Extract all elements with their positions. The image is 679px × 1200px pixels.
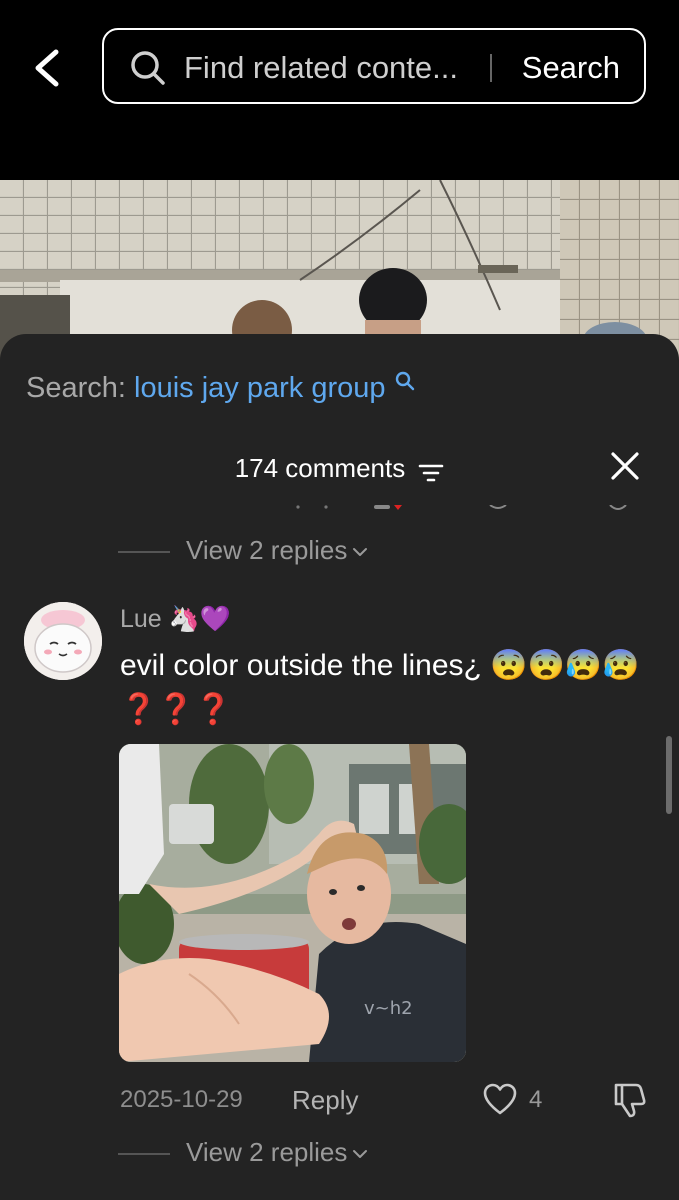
video-frame-image [0,180,679,360]
comments-header: 174 comments [0,446,679,490]
scrollbar-thumb[interactable] [666,736,672,814]
chevron-down-icon [353,1150,368,1159]
view-replies-button[interactable]: View 2 replies [118,1134,369,1170]
close-button[interactable] [609,450,641,482]
video-background[interactable] [0,180,679,360]
view-replies-label: View 2 replies [186,1137,348,1167]
comments-count: 174 comments [234,453,406,483]
search-divider [490,54,492,82]
dislike-button[interactable] [608,1082,648,1118]
like-button[interactable] [482,1082,518,1118]
related-search-link[interactable]: louis jay park group [134,372,385,404]
related-search-prefix: Search: [26,372,126,404]
chevron-left-icon [35,49,59,87]
search-icon [131,51,165,85]
search-input[interactable] [184,48,484,88]
top-bar: Search [0,0,679,180]
comment-photo[interactable]: v~h2 [119,744,466,1062]
replies-divider-line [118,1153,170,1155]
comment-photo-image: v~h2 [119,744,466,1062]
heart-icon [483,1083,517,1115]
previous-comment-cutoff [270,502,640,514]
search-box[interactable]: Search [102,28,646,104]
view-replies-label: View 2 replies [186,535,348,565]
comment-username[interactable]: Lue 🦄💜 [120,602,231,636]
thumbs-down-icon [614,1083,646,1118]
comment-date: 2025-10-29 [120,1086,243,1113]
comment-meta-row: 2025-10-29 Reply 4 [0,1082,679,1118]
comments-sheet: Search: louis jay park group 174 comment… [0,334,679,1200]
reply-button[interactable]: Reply [292,1082,358,1118]
close-icon [611,452,639,480]
chevron-down-icon [353,548,368,557]
back-button[interactable] [28,44,68,92]
sort-lines-icon[interactable] [418,460,444,486]
avatar-image [24,602,102,680]
search-button[interactable]: Search [522,48,620,88]
comment-text: evil color outside the lines¿ 😨😨😰😰❓❓❓ [120,649,640,726]
avatar[interactable] [24,602,102,680]
replies-divider-line [118,551,170,553]
search-icon[interactable] [394,370,416,392]
like-count: 4 [529,1086,543,1113]
related-search: Search: louis jay park group [26,368,416,408]
view-replies-button[interactable]: View 2 replies [118,532,369,568]
svg-text:v~h2: v~h2 [364,998,413,1019]
